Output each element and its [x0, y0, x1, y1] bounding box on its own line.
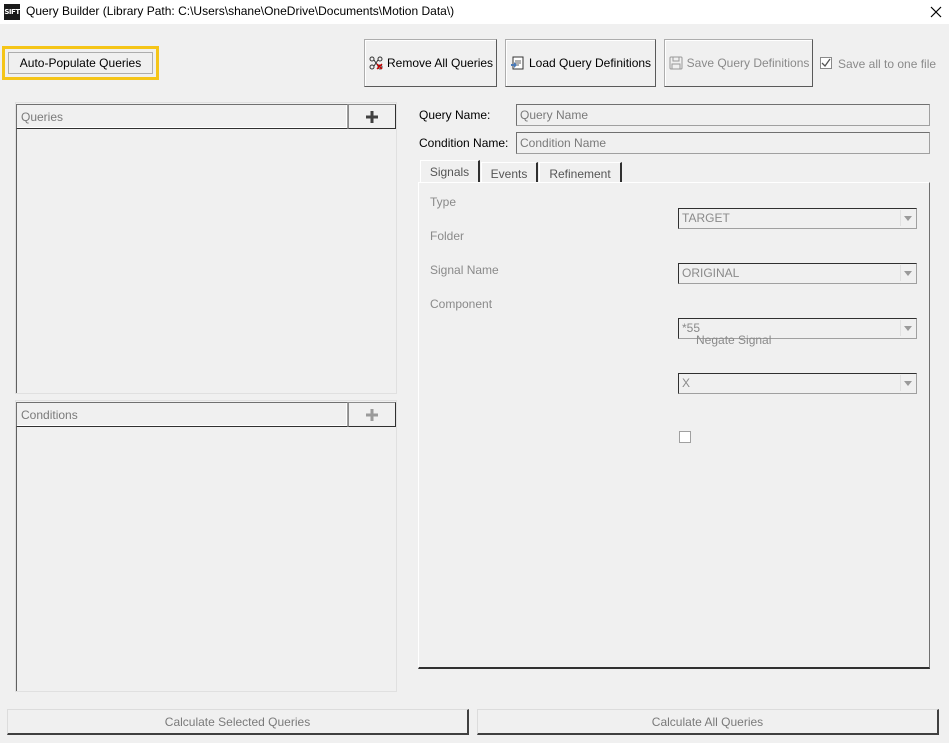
- auto-populate-label: Auto-Populate Queries: [19, 56, 142, 70]
- component-select[interactable]: X: [678, 373, 917, 394]
- load-query-definitions-button[interactable]: Load Query Definitions: [505, 39, 656, 87]
- conditions-panel: [15, 400, 397, 692]
- save-disk-icon: [669, 56, 683, 70]
- query-name-label: Query Name:: [419, 108, 491, 122]
- type-value: TARGET: [682, 211, 730, 225]
- negate-signal-checkbox[interactable]: [679, 431, 691, 443]
- folder-label: Folder: [430, 229, 465, 243]
- queries-panel: [15, 102, 397, 394]
- remove-network-icon: [369, 56, 383, 70]
- save-all-one-file-checkbox[interactable]: [820, 57, 832, 69]
- type-label: Type: [430, 195, 457, 209]
- auto-populate-button[interactable]: Auto-Populate Queries: [8, 52, 153, 74]
- conditions-header: Conditions: [16, 402, 348, 427]
- calculate-all-label: Calculate All Queries: [651, 714, 764, 729]
- component-value: X: [682, 376, 691, 390]
- queries-list[interactable]: [16, 129, 17, 393]
- checkmark-icon: [821, 58, 831, 68]
- calculate-selected-queries-button[interactable]: Calculate Selected Queries: [7, 709, 469, 735]
- condition-name-placeholder: Condition Name: [520, 136, 607, 150]
- folder-value: ORIGINAL: [682, 266, 740, 280]
- load-defs-label: Load Query Definitions: [528, 56, 652, 70]
- conditions-list[interactable]: [16, 427, 17, 691]
- chevron-down-icon: [900, 375, 915, 391]
- folder-select[interactable]: ORIGINAL: [678, 263, 917, 284]
- close-icon[interactable]: [926, 2, 946, 22]
- tab-events-label: Events: [490, 167, 528, 181]
- negate-signal-label: Negate Signal: [696, 333, 772, 347]
- type-select[interactable]: TARGET: [678, 208, 917, 229]
- remove-all-queries-button[interactable]: Remove All Queries: [364, 39, 497, 87]
- app-logo-icon: SIFT: [4, 4, 20, 20]
- query-name-input[interactable]: Query Name: [516, 104, 930, 126]
- load-document-icon: [510, 56, 524, 70]
- save-query-definitions-button[interactable]: Save Query Definitions: [664, 39, 813, 87]
- save-defs-label: Save Query Definitions: [686, 56, 810, 70]
- tab-events[interactable]: Events: [481, 162, 538, 183]
- calculate-all-queries-button[interactable]: Calculate All Queries: [477, 709, 939, 735]
- queries-header: Queries: [16, 104, 348, 129]
- chevron-down-icon: [900, 265, 915, 281]
- signal-name-label: Signal Name: [430, 263, 499, 277]
- add-query-button[interactable]: [348, 104, 396, 129]
- component-label: Component: [430, 297, 493, 311]
- tab-signals[interactable]: Signals: [420, 160, 480, 183]
- tab-refinement-label: Refinement: [549, 167, 611, 181]
- query-name-placeholder: Query Name: [520, 108, 589, 122]
- condition-name-input[interactable]: Condition Name: [516, 132, 930, 154]
- plus-icon: [366, 408, 378, 421]
- plus-icon: [366, 110, 378, 123]
- window-title: Query Builder (Library Path: C:\Users\sh…: [26, 4, 455, 18]
- tab-refinement[interactable]: Refinement: [539, 162, 622, 183]
- signals-tab-panel: [418, 182, 930, 669]
- conditions-header-label: Conditions: [21, 408, 78, 422]
- queries-header-label: Queries: [21, 110, 64, 124]
- calculate-selected-label: Calculate Selected Queries: [164, 714, 311, 729]
- save-all-one-file-label: Save all to one file: [838, 57, 937, 71]
- chevron-down-icon: [900, 320, 915, 336]
- add-condition-button[interactable]: [348, 402, 396, 427]
- chevron-down-icon: [900, 210, 915, 226]
- remove-all-label: Remove All Queries: [386, 56, 494, 70]
- condition-name-label: Condition Name:: [419, 136, 509, 150]
- tab-signals-label: Signals: [429, 165, 470, 179]
